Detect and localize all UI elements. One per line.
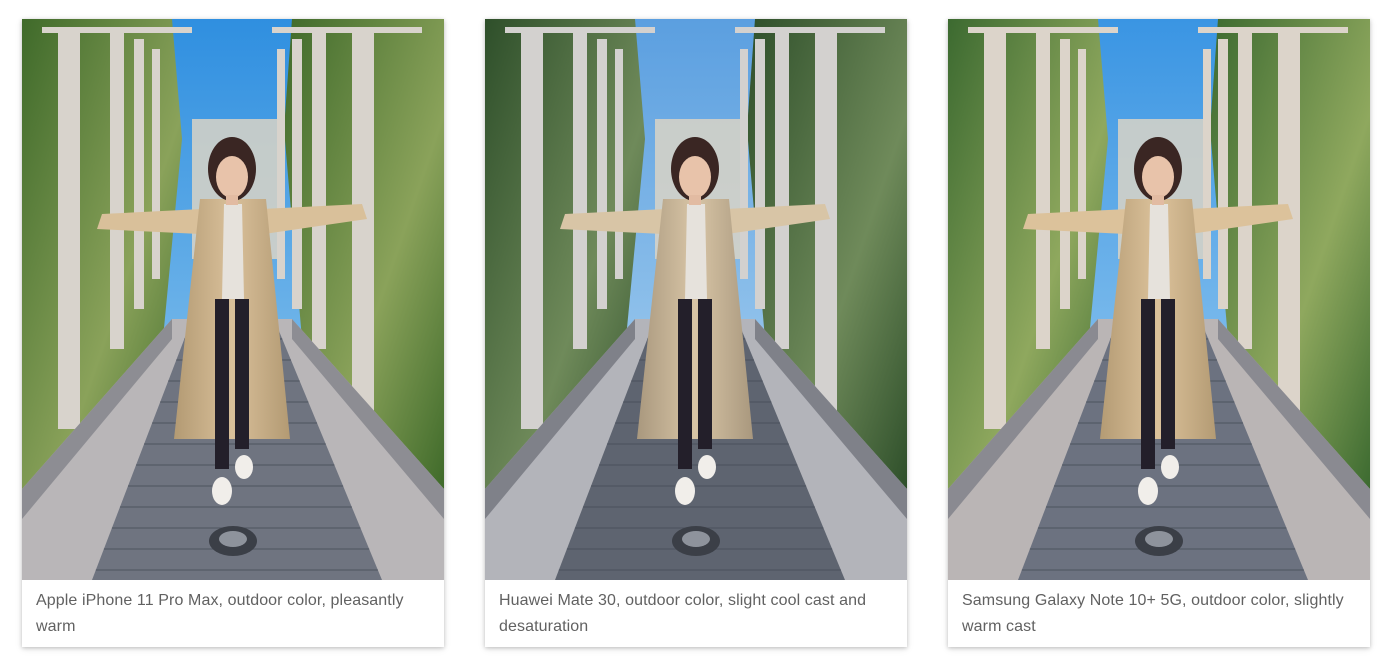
pergola-post (277, 49, 285, 279)
pergola-post (597, 39, 607, 309)
face (1142, 156, 1174, 198)
photo-huawei-mate-30[interactable] (485, 19, 907, 580)
photo-scene (948, 19, 1370, 580)
pergola-post (755, 39, 765, 309)
photo-samsung-galaxy-note[interactable] (948, 19, 1370, 580)
pergola-beam (968, 27, 1118, 33)
pergola-post (134, 39, 144, 309)
pergola-post (1238, 29, 1252, 349)
drain-center (682, 531, 710, 547)
right-shoe (698, 455, 716, 479)
shirt (222, 204, 244, 299)
pergola-post (740, 49, 748, 279)
pergola-beam (505, 27, 655, 33)
pergola-post (1060, 39, 1070, 309)
photo-iphone-11-pro-max[interactable] (22, 19, 444, 580)
face (216, 156, 248, 198)
left-leg (1141, 299, 1155, 469)
pergola-post (573, 29, 587, 349)
right-shoe (235, 455, 253, 479)
photo-caption: Apple iPhone 11 Pro Max, outdoor color, … (36, 592, 404, 635)
neck (689, 195, 701, 205)
pergola-post (312, 29, 326, 349)
pergola-post (1203, 49, 1211, 279)
pergola-beam (42, 27, 192, 33)
pergola-post (292, 39, 302, 309)
left-leg (678, 299, 692, 469)
pergola-post (521, 29, 543, 429)
pergola-post (58, 29, 80, 429)
neck (1152, 195, 1164, 205)
pergola-post (984, 29, 1006, 429)
drain-center (219, 531, 247, 547)
pergola-post (1218, 39, 1228, 309)
left-shoe (212, 477, 232, 505)
pergola-post (352, 29, 374, 429)
left-shoe (1138, 477, 1158, 505)
pergola-post (775, 29, 789, 349)
right-leg (698, 299, 712, 449)
photo-card-iphone[interactable]: Apple iPhone 11 Pro Max, outdoor color, … (22, 19, 444, 647)
drain-center (1145, 531, 1173, 547)
photo-scene (485, 19, 907, 580)
pergola-post (1278, 29, 1300, 429)
photo-card-huawei[interactable]: Huawei Mate 30, outdoor color, slight co… (485, 19, 907, 647)
photo-scene (22, 19, 444, 580)
pergola-post (615, 49, 623, 279)
right-shoe (1161, 455, 1179, 479)
photo-caption: Huawei Mate 30, outdoor color, slight co… (499, 592, 867, 635)
pergola-post (110, 29, 124, 349)
left-shoe (675, 477, 695, 505)
right-leg (235, 299, 249, 449)
pergola-beam (1198, 27, 1348, 33)
right-leg (1161, 299, 1175, 449)
shirt (685, 204, 707, 299)
left-leg (215, 299, 229, 469)
pergola-post (1036, 29, 1050, 349)
neck (226, 195, 238, 205)
pergola-beam (272, 27, 422, 33)
pergola-beam (735, 27, 885, 33)
photo-card-samsung[interactable]: Samsung Galaxy Note 10+ 5G, outdoor colo… (948, 19, 1370, 647)
pergola-post (152, 49, 160, 279)
photo-caption: Samsung Galaxy Note 10+ 5G, outdoor colo… (962, 592, 1344, 635)
shirt (1148, 204, 1170, 299)
pergola-post (815, 29, 837, 429)
pergola-post (1078, 49, 1086, 279)
face (679, 156, 711, 198)
